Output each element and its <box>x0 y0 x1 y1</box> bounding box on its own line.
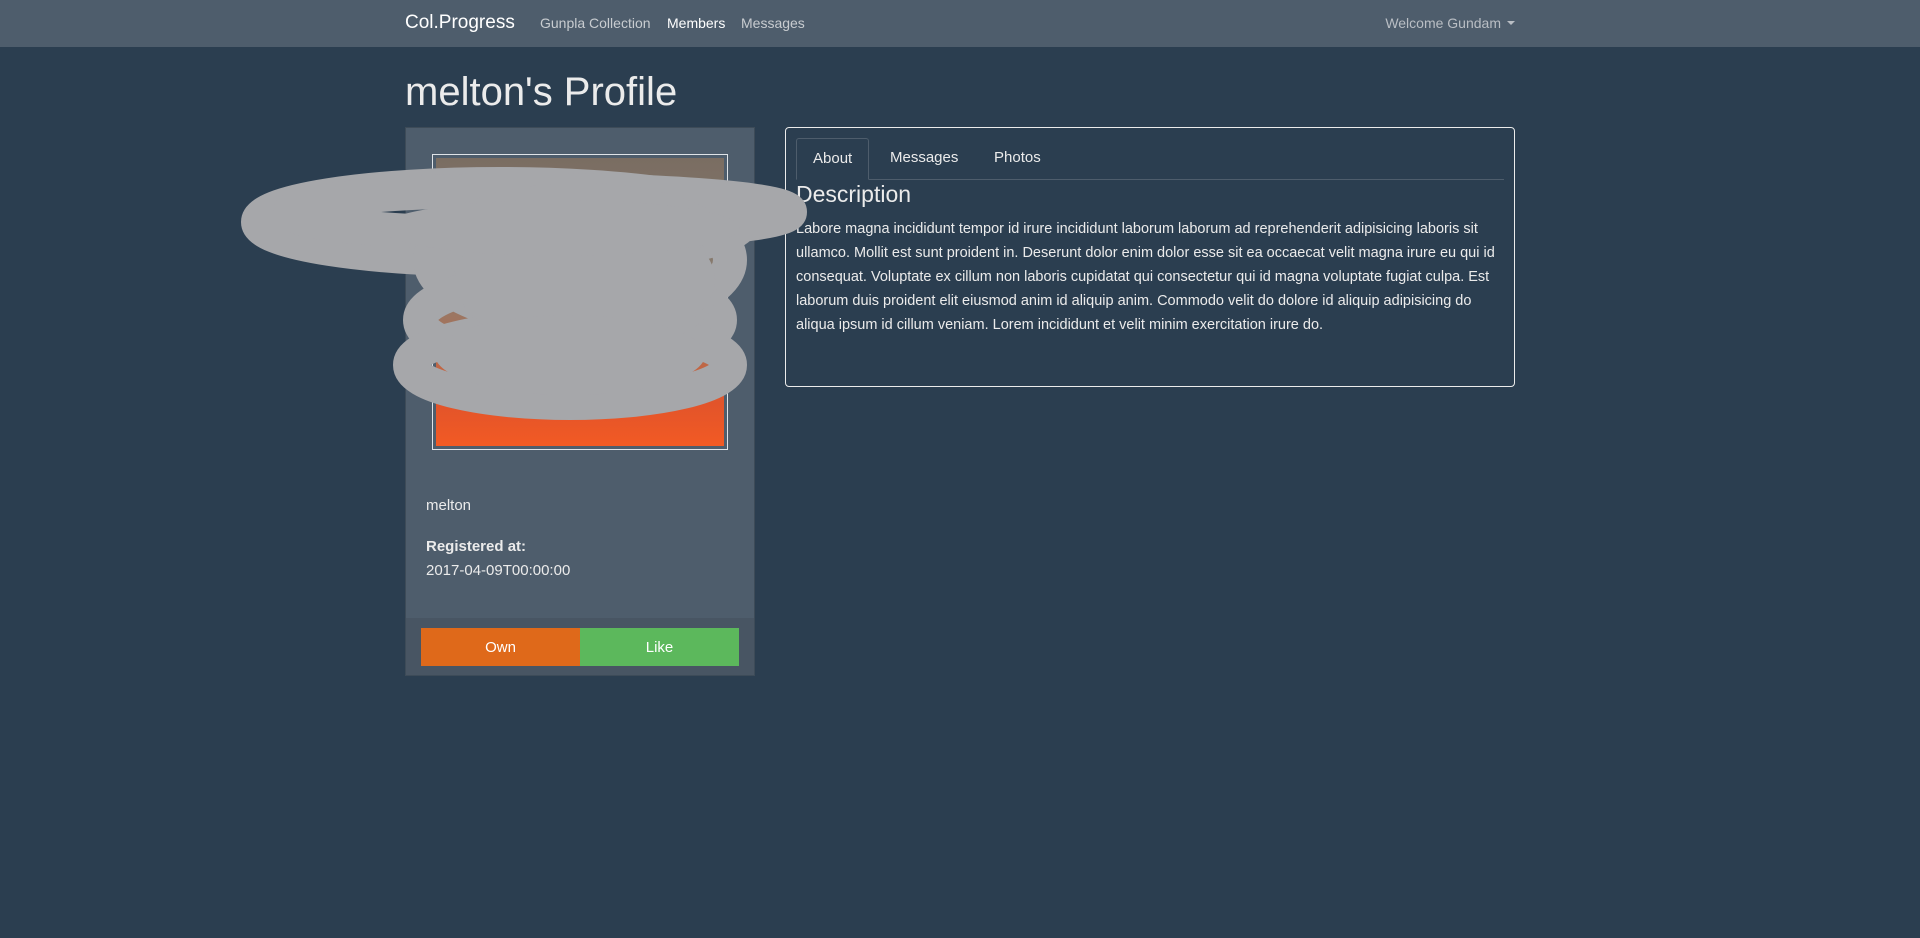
card-footer: Own Like <box>406 618 754 675</box>
registered-value: 2017-04-09T00:00:00 <box>426 562 571 579</box>
description-text: Labore magna incididunt tempor id irure … <box>796 221 1495 333</box>
description-heading: Description <box>796 181 912 207</box>
tab-messages[interactable]: Messages <box>874 138 974 180</box>
tab-about[interactable]: About <box>796 138 870 180</box>
own-button[interactable]: Own <box>421 628 580 666</box>
tab-photos[interactable]: Photos <box>978 138 1057 180</box>
top-navbar: Col.Progress Gunpla Collection Members M… <box>0 0 1920 47</box>
like-button[interactable]: Like <box>580 628 739 666</box>
chevron-down-icon <box>1507 21 1515 25</box>
profile-card: melton Registered at: 2017-04-09T00:00:0… <box>405 127 755 676</box>
brand-link[interactable]: Col.Progress <box>405 12 515 34</box>
nav-gunpla-collection[interactable]: Gunpla Collection <box>540 15 651 31</box>
page-title: melton's Profile <box>405 70 678 114</box>
navbar-container: Col.Progress Gunpla Collection Members M… <box>405 0 1515 47</box>
user-dropdown[interactable]: Welcome Gundam <box>1385 15 1515 31</box>
welcome-label: Welcome Gundam <box>1385 15 1501 31</box>
nav-members[interactable]: Members <box>667 15 725 31</box>
tab-bar: About Messages Photos <box>796 138 1504 180</box>
nav-messages[interactable]: Messages <box>741 15 805 31</box>
profile-photo-frame <box>432 154 728 450</box>
profile-username: melton <box>426 497 472 514</box>
profile-tab-panel: About Messages Photos Description Labore… <box>785 127 1515 387</box>
registered-label: Registered at: <box>426 538 527 555</box>
profile-photo <box>436 158 724 446</box>
